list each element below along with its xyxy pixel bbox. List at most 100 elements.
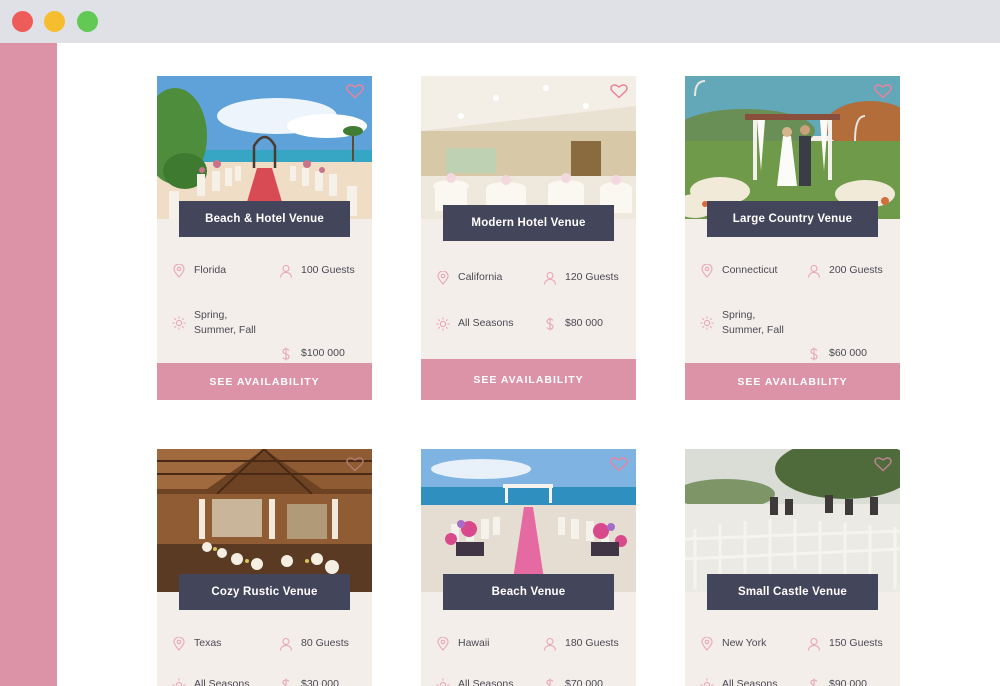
dollar-icon — [546, 678, 554, 686]
dollar-icon — [282, 678, 290, 686]
venue-name: Large Country Venue — [707, 201, 878, 237]
sun-icon — [436, 678, 450, 686]
venue-photo — [421, 76, 636, 219]
venue-price-text: $80 000 — [565, 317, 603, 329]
venue-card: Large Country Venue Connecticut 200 Gues… — [685, 76, 900, 400]
sun-icon — [700, 316, 714, 330]
venue-photo — [421, 449, 636, 592]
sun-icon — [700, 678, 714, 686]
venue-location-text: New York — [722, 637, 767, 649]
venue-guests-text: 150 Guests — [829, 637, 883, 649]
venue-location: New York — [700, 636, 766, 651]
venue-price: $60 000 — [807, 346, 867, 361]
venue-guests-text: 100 Guests — [301, 264, 355, 276]
heart-icon[interactable] — [346, 456, 364, 472]
venue-price: $100 000 — [279, 346, 345, 361]
heart-icon[interactable] — [874, 456, 892, 472]
venue-name: Small Castle Venue — [707, 574, 878, 610]
sun-icon — [436, 317, 450, 330]
venue-name: Cozy Rustic Venue — [179, 574, 350, 610]
see-availability-button[interactable]: SEE AVAILABILITY — [685, 363, 900, 400]
user-icon — [279, 264, 293, 278]
venue-price-text: $100 000 — [301, 347, 345, 359]
venue-price-text: $90 000 — [829, 678, 867, 686]
venue-name: Beach & Hotel Venue — [179, 201, 350, 237]
sidebar — [0, 43, 57, 686]
venue-seasons: All Seasons — [436, 677, 513, 686]
venue-card: Cozy Rustic Venue Texas 80 Guests All Se… — [157, 449, 372, 686]
venue-photo — [157, 76, 372, 219]
map-pin-icon — [173, 263, 185, 278]
window-titlebar — [0, 0, 1000, 43]
venue-seasons-text: All Seasons — [722, 678, 778, 686]
heart-icon[interactable] — [874, 83, 892, 99]
user-icon — [543, 637, 557, 651]
user-icon — [807, 637, 821, 651]
sun-icon — [172, 316, 186, 330]
venue-location: Texas — [172, 636, 221, 651]
browser-window: Beach & Hotel Venue Florida 100 Guests S… — [0, 0, 1000, 686]
map-pin-icon — [701, 263, 713, 278]
venue-seasons: Spring, Summer, Fall — [172, 308, 256, 338]
map-pin-icon — [701, 636, 713, 651]
venue-photo — [157, 449, 372, 592]
venue-card: Modern Hotel Venue California 120 Guests… — [421, 76, 636, 400]
venue-price: $30 000 — [279, 677, 339, 686]
venue-card: Small Castle Venue New York 150 Guests A… — [685, 449, 900, 686]
heart-icon[interactable] — [346, 83, 364, 99]
venue-guests: 200 Guests — [807, 263, 883, 278]
venue-location-text: Texas — [194, 637, 222, 649]
dollar-icon — [282, 347, 290, 360]
venue-location: Florida — [172, 263, 226, 278]
user-icon — [543, 271, 557, 285]
venue-seasons: All Seasons — [700, 677, 777, 686]
see-availability-button[interactable]: SEE AVAILABILITY — [157, 363, 372, 400]
venue-grid: Beach & Hotel Venue Florida 100 Guests S… — [57, 43, 1000, 686]
heart-icon[interactable] — [610, 83, 628, 99]
venue-guests-text: 180 Guests — [565, 637, 619, 649]
venue-location-text: Connecticut — [722, 264, 778, 276]
venue-guests-text: 200 Guests — [829, 264, 883, 276]
venue-price-text: $60 000 — [829, 347, 867, 359]
dollar-icon — [810, 347, 818, 360]
venue-seasons-text: All Seasons — [458, 317, 514, 329]
venue-location: Connecticut — [700, 263, 777, 278]
venue-card: Beach Venue Hawaii 180 Guests All Season… — [421, 449, 636, 686]
venue-seasons: All Seasons — [172, 677, 249, 686]
dollar-icon — [546, 317, 554, 330]
venue-photo — [685, 76, 900, 219]
venue-guests-text: 120 Guests — [565, 271, 619, 283]
minimize-window-button[interactable] — [44, 11, 65, 32]
zoom-window-button[interactable] — [77, 11, 98, 32]
venue-name: Modern Hotel Venue — [443, 205, 614, 241]
venue-card: Beach & Hotel Venue Florida 100 Guests S… — [157, 76, 372, 400]
map-pin-icon — [173, 636, 185, 651]
venue-price-text: $70 000 — [565, 678, 603, 686]
venue-price: $90 000 — [807, 677, 867, 686]
venue-location-text: Florida — [194, 264, 227, 276]
venue-guests: 80 Guests — [279, 636, 349, 651]
venue-guests-text: 80 Guests — [301, 637, 349, 649]
venue-guests: 180 Guests — [543, 636, 619, 651]
venue-location-text: Hawaii — [458, 637, 490, 649]
venue-guests: 100 Guests — [279, 263, 355, 278]
dollar-icon — [810, 678, 818, 686]
venue-location: California — [436, 270, 502, 285]
venue-guests: 150 Guests — [807, 636, 883, 651]
user-icon — [279, 637, 293, 651]
venue-photo — [685, 449, 900, 592]
see-availability-button[interactable]: SEE AVAILABILITY — [421, 359, 636, 400]
venue-seasons: All Seasons — [436, 316, 513, 331]
heart-icon[interactable] — [610, 456, 628, 472]
venue-seasons-text: All Seasons — [458, 678, 514, 686]
venue-price: $70 000 — [543, 677, 603, 686]
map-pin-icon — [437, 270, 449, 285]
close-window-button[interactable] — [12, 11, 33, 32]
venue-seasons-text: All Seasons — [194, 678, 250, 686]
venue-price-text: $30 000 — [301, 678, 339, 686]
venue-price: $80 000 — [543, 316, 603, 331]
venue-name: Beach Venue — [443, 574, 614, 610]
sun-icon — [172, 678, 186, 686]
venue-location-text: California — [458, 271, 503, 283]
venue-location: Hawaii — [436, 636, 490, 651]
